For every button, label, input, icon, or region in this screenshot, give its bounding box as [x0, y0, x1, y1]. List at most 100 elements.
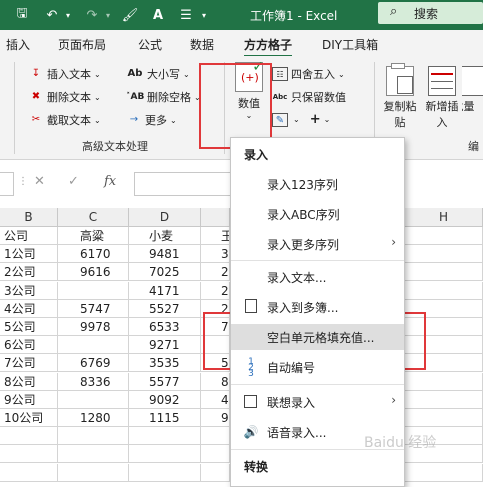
grid-cell[interactable]: 8	[201, 372, 230, 391]
grid-cell[interactable]	[201, 427, 230, 446]
grid-cell[interactable]: 1公司	[0, 245, 58, 264]
grid-cell[interactable]: 2公司	[0, 263, 58, 282]
insert-text-button[interactable]: ↧ 插入文本 ⌄	[28, 66, 101, 82]
grid-cell[interactable]	[129, 463, 201, 482]
copy-paste-button[interactable]: 复制粘贴	[380, 63, 420, 131]
grid-cell[interactable]: 1280	[58, 409, 129, 427]
grid-cell[interactable]: 5公司	[0, 318, 58, 336]
grid-cell[interactable]: 5527	[129, 299, 201, 318]
menu-item-auto-number[interactable]: 123 自动编号	[231, 354, 404, 380]
grid-cell[interactable]: 2	[201, 263, 230, 282]
insert-function-icon[interactable]: fx	[104, 174, 116, 189]
formula-input[interactable]	[134, 172, 234, 196]
grid-cell[interactable]: 4公司	[0, 299, 58, 318]
grid-cell[interactable]: 9公司	[0, 390, 58, 409]
grid-cell[interactable]	[129, 427, 201, 446]
save-icon[interactable]: 🖫	[14, 6, 30, 23]
grid-cell[interactable]: 小麦	[129, 227, 201, 245]
menu-item-input-text[interactable]: 录入文本...	[231, 264, 404, 290]
grid-cell[interactable]: 9092	[129, 390, 201, 409]
grid-cell[interactable]	[58, 427, 129, 446]
tab-diy-toolbox[interactable]: DIY工具箱	[322, 36, 378, 53]
grid-cell[interactable]	[201, 463, 230, 482]
grid-cell[interactable]: 玉	[201, 227, 230, 245]
truncate-text-button[interactable]: ✂ 截取文本 ⌄	[28, 112, 101, 128]
menu-item-seq-abc[interactable]: 录入ABC序列	[231, 201, 404, 227]
grid-cell[interactable]	[201, 445, 230, 464]
keep-numeric-button[interactable]: Abc 只保留数值	[272, 89, 346, 105]
grid-cell[interactable]: 6170	[58, 245, 129, 264]
delete-text-button[interactable]: ✖ 删除文本 ⌄	[28, 89, 101, 105]
grid-cell[interactable]: 10公司	[0, 409, 58, 427]
grid-cell[interactable]	[129, 445, 201, 464]
cancel-icon[interactable]: ✕	[34, 174, 45, 189]
grid-cell[interactable]: 4	[201, 390, 230, 409]
grid-cell[interactable]: 3535	[129, 354, 201, 373]
grid-cell[interactable]	[0, 427, 58, 446]
grid-cell[interactable]: 5747	[58, 299, 129, 318]
column-header-c[interactable]: C	[58, 208, 129, 227]
redo-icon[interactable]: ↷	[84, 7, 100, 23]
column-header-b[interactable]: B	[0, 208, 58, 227]
grid-cell[interactable]	[58, 336, 129, 355]
search-box[interactable]: ⌕ 搜索	[378, 2, 483, 24]
confirm-icon[interactable]: ✓	[68, 174, 79, 189]
grid-cell[interactable]: 9	[201, 409, 230, 427]
redo-dropdown-icon[interactable]: ▾	[100, 7, 116, 23]
tab-page-layout[interactable]: 页面布局	[58, 36, 106, 53]
undo-dropdown-icon[interactable]: ▾	[60, 7, 76, 23]
round-button[interactable]: ☷ 四舍五入 ⌄	[272, 66, 345, 82]
name-box[interactable]	[0, 172, 14, 196]
grid-cell[interactable]: 公司	[0, 227, 58, 245]
grid-cell[interactable]	[0, 445, 58, 464]
menu-item-more-seq[interactable]: 录入更多序列 ›	[231, 231, 404, 257]
grid-cell[interactable]: 6公司	[0, 336, 58, 355]
grid-cell[interactable]: 9481	[129, 245, 201, 264]
text-icon[interactable]: A	[150, 7, 166, 23]
undo-icon[interactable]: ↶	[44, 7, 60, 23]
grid-cell[interactable]: 3	[201, 245, 230, 264]
tab-formulas[interactable]: 公式	[138, 36, 162, 53]
grid-cell[interactable]: 3公司	[0, 281, 58, 300]
grid-cell[interactable]	[0, 463, 58, 482]
grid-cell[interactable]	[405, 372, 483, 391]
grid-cell[interactable]: 6769	[58, 354, 129, 373]
grid-cell[interactable]: 9978	[58, 318, 129, 336]
batch-button[interactable]: 批量	[462, 66, 483, 115]
grid-cell[interactable]	[405, 263, 483, 282]
new-insert-button[interactable]: 新增插入	[422, 66, 462, 131]
grid-cell[interactable]: 1115	[129, 409, 201, 427]
menu-item-seq-123[interactable]: 录入123序列	[231, 171, 404, 197]
column-header-e[interactable]	[201, 208, 230, 227]
column-header-d[interactable]: D	[129, 208, 201, 227]
tab-fangfanggezi[interactable]: 方方格子	[244, 36, 293, 58]
grid-cell[interactable]	[405, 390, 483, 409]
grid-cell[interactable]	[58, 445, 129, 464]
grid-cell[interactable]	[405, 227, 483, 245]
grid-cell[interactable]: 9271	[129, 336, 201, 355]
grid-cell[interactable]	[58, 463, 129, 482]
grid-cell[interactable]: 2	[201, 281, 230, 300]
menu-item-lookup-input[interactable]: 联想录入 ›	[231, 389, 404, 415]
grid-cell[interactable]: 7025	[129, 263, 201, 282]
customize-icon[interactable]: ☰	[178, 7, 194, 23]
grid-cell[interactable]: 9616	[58, 263, 129, 282]
more-button[interactable]: → 更多 ⌄	[126, 112, 177, 128]
grid-cell[interactable]: 6533	[129, 318, 201, 336]
grid-cell[interactable]	[405, 281, 483, 300]
case-button[interactable]: Ab 大小写 ⌄	[126, 66, 190, 82]
grid-cell[interactable]: 5577	[129, 372, 201, 391]
menu-item-fill-blank[interactable]: 空白单元格填充值...	[231, 324, 404, 350]
grid-cell[interactable]: 7公司	[0, 354, 58, 373]
format-painter-icon[interactable]: 🖌	[122, 7, 139, 23]
grid-cell[interactable]	[58, 281, 129, 300]
customize-dropdown-icon[interactable]: ▾	[196, 7, 212, 23]
grid-cell[interactable]: 4171	[129, 281, 201, 300]
menu-item-input-to-books[interactable]: 录入到多簿...	[231, 294, 404, 320]
grid-cell[interactable]	[405, 409, 483, 427]
delete-space-button[interactable]: ˟AB 删除空格 ⌄	[126, 89, 201, 105]
tab-data[interactable]: 数据	[190, 36, 214, 53]
grid-cell[interactable]: 高粱	[58, 227, 129, 245]
grid-cell[interactable]: 8336	[58, 372, 129, 391]
grid-cell[interactable]	[58, 390, 129, 409]
